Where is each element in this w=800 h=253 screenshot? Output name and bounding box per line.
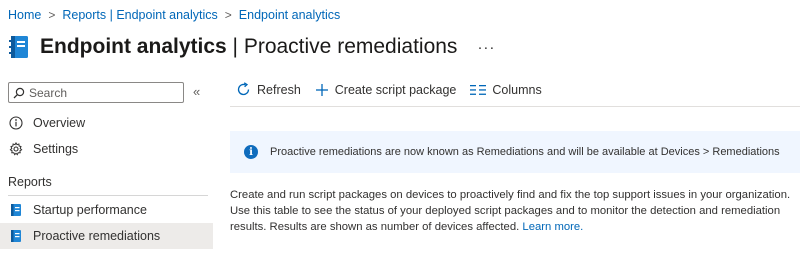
sidebar-item-label: Settings: [33, 142, 79, 156]
sidebar-item-label: Overview: [33, 116, 86, 130]
section-label-reports: Reports: [8, 175, 52, 189]
page-title: Endpoint analytics | Proactive remediati…: [40, 35, 457, 59]
refresh-icon: [237, 82, 250, 96]
page-title-sub: Proactive remediations: [243, 35, 458, 58]
chevron-right-icon: >: [224, 8, 232, 22]
report-icon: [8, 228, 24, 244]
info-circle-icon: [8, 115, 24, 131]
page-title-main: Endpoint analytics: [40, 35, 227, 58]
columns-label: Columns: [492, 82, 542, 97]
search-box[interactable]: [8, 82, 184, 103]
sidebar-item-label: Proactive remediations: [33, 229, 161, 243]
breadcrumb-endpoint-analytics[interactable]: Endpoint analytics: [239, 8, 340, 22]
endpoint-analytics-icon: [8, 34, 30, 60]
sidebar-item-label: Startup performance: [33, 203, 147, 217]
more-options-button[interactable]: ···: [477, 39, 495, 56]
report-icon: [8, 202, 24, 218]
columns-icon: [470, 84, 487, 95]
breadcrumb: Home > Reports | Endpoint analytics > En…: [8, 8, 340, 22]
info-banner-text: Proactive remediations are now known as …: [270, 146, 780, 158]
page-description: Create and run script packages on device…: [230, 187, 796, 235]
sidebar-item-settings[interactable]: Settings: [0, 136, 213, 162]
learn-more-link[interactable]: Learn more.: [522, 221, 583, 233]
collapse-sidebar-icon[interactable]: «: [193, 84, 200, 99]
page-header: Endpoint analytics | Proactive remediati…: [8, 30, 495, 64]
gear-icon: [8, 141, 24, 157]
toolbar-divider: [230, 106, 800, 107]
refresh-label: Refresh: [257, 82, 301, 97]
sidebar-item-startup-performance[interactable]: Startup performance: [0, 197, 213, 223]
command-bar: Refresh Create script package Columns: [236, 82, 556, 97]
columns-button[interactable]: Columns: [470, 82, 542, 97]
description-text: Create and run script packages on device…: [230, 189, 791, 233]
sidebar-item-overview[interactable]: Overview: [0, 110, 213, 136]
plus-icon: [315, 83, 328, 96]
breadcrumb-reports[interactable]: Reports | Endpoint analytics: [62, 8, 217, 22]
divider: [8, 195, 208, 196]
info-icon: i: [244, 145, 258, 159]
sidebar-item-proactive-remediations[interactable]: Proactive remediations: [0, 223, 213, 249]
search-input[interactable]: [29, 85, 169, 100]
refresh-button[interactable]: Refresh: [236, 82, 301, 97]
info-banner: i Proactive remediations are now known a…: [230, 131, 800, 173]
create-script-package-label: Create script package: [334, 82, 457, 97]
chevron-right-icon: >: [48, 8, 56, 22]
search-icon: [13, 87, 25, 98]
page-title-separator: |: [226, 35, 244, 58]
breadcrumb-home[interactable]: Home: [8, 8, 41, 22]
create-script-package-button[interactable]: Create script package: [315, 82, 457, 97]
